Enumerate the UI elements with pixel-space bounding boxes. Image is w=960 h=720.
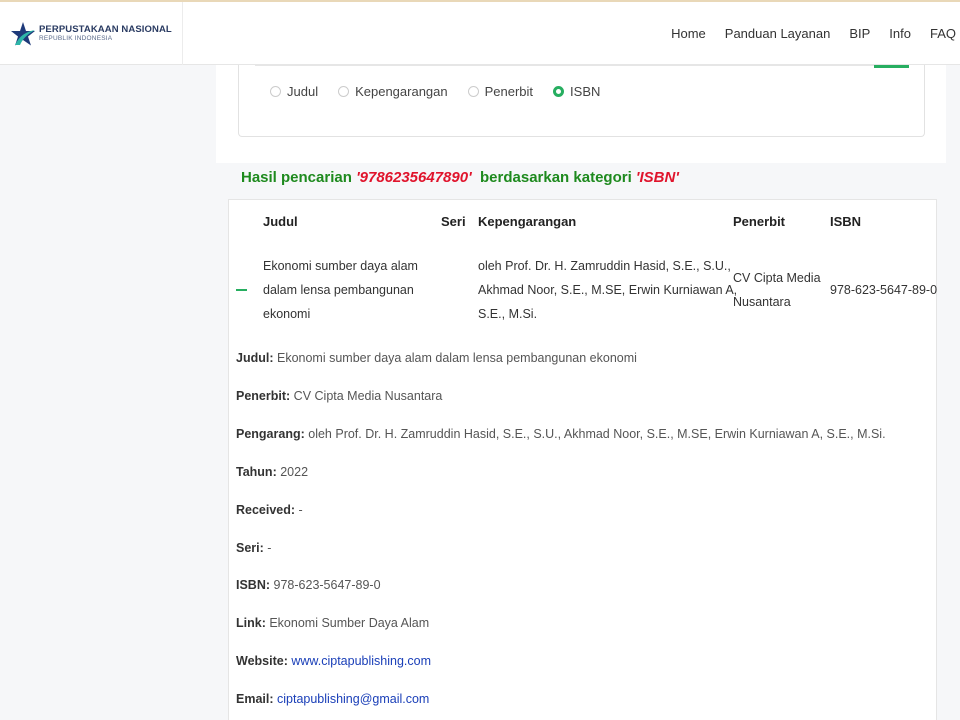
radio-circle-icon xyxy=(338,86,350,97)
collapse-row-icon[interactable] xyxy=(236,289,247,291)
table-row-kepengarangan: oleh Prof. Dr. H. Zamruddin Hasid, S.E.,… xyxy=(478,254,737,326)
result-prefix: Hasil pencarian xyxy=(241,169,352,186)
email-link[interactable]: ciptapublishing@gmail.com xyxy=(277,692,429,706)
table-row-isbn: 978-623-5647-89-0 xyxy=(830,283,938,297)
radio-label: Penerbit xyxy=(484,84,534,99)
star-logo-icon xyxy=(11,21,35,45)
detail-label: Pengarang: xyxy=(236,427,305,441)
cell-line: dalam lensa pembangunan xyxy=(263,283,414,297)
nav-panduan-layanan[interactable]: Panduan Layanan xyxy=(725,26,831,41)
nav-info[interactable]: Info xyxy=(889,26,911,41)
column-header-penerbit[interactable]: Penerbit xyxy=(733,214,785,229)
detail-value: 978-623-5647-89-0 xyxy=(273,578,381,592)
radio-circle-icon xyxy=(270,86,281,97)
radio-label: Judul xyxy=(287,84,319,99)
result-middle: berdasarkan kategori xyxy=(480,169,632,186)
column-header-isbn[interactable]: ISBN xyxy=(830,214,861,229)
brand-name: PERPUSTAKAAN NASIONAL xyxy=(39,24,172,35)
cell-line: Akhmad Noor, S.E., M.SE, Erwin Kurniawan… xyxy=(478,283,738,297)
search-box xyxy=(238,65,925,137)
radio-label: Kepengarangan xyxy=(355,84,448,99)
radio-isbn[interactable]: ISBN xyxy=(553,84,600,99)
detail-email: Email: ciptapublishing@gmail.com xyxy=(236,692,429,706)
detail-value: - xyxy=(298,503,303,517)
result-heading: Hasil pencarian '9786235647890' berdasar… xyxy=(241,169,679,186)
website-link[interactable]: www.ciptapublishing.com xyxy=(291,654,431,668)
result-query: '9786235647890' xyxy=(356,169,472,186)
detail-label: Seri: xyxy=(236,541,264,555)
radio-label: ISBN xyxy=(570,84,601,99)
cell-line: S.E., M.Si. xyxy=(478,307,538,321)
radio-kepengarangan[interactable]: Kepengarangan xyxy=(338,84,448,99)
nav-faq[interactable]: FAQ xyxy=(930,26,956,41)
column-header-seri[interactable]: Seri xyxy=(441,214,466,229)
cell-line: oleh Prof. Dr. H. Zamruddin Hasid, S.E.,… xyxy=(478,259,731,273)
radio-judul[interactable]: Judul xyxy=(270,84,318,99)
main-nav: Home Panduan Layanan BIP Info FAQ xyxy=(652,2,960,65)
detail-website: Website: www.ciptapublishing.com xyxy=(236,654,431,668)
brand-logo[interactable]: PERPUSTAKAAN NASIONAL REPUBLIK INDONESIA xyxy=(0,2,183,65)
detail-value: Ekonomi sumber daya alam dalam lensa pem… xyxy=(276,351,637,365)
search-button[interactable] xyxy=(874,65,909,68)
detail-label: Received: xyxy=(236,503,296,517)
detail-pengarang: Pengarang: oleh Prof. Dr. H. Zamruddin H… xyxy=(236,427,886,441)
cell-line: Nusantara xyxy=(733,295,791,309)
detail-isbn: ISBN: 978-623-5647-89-0 xyxy=(236,578,381,592)
search-category-radios: Judul Kepengarangan Penerbit ISBN xyxy=(270,84,620,99)
detail-value: CV Cipta Media Nusantara xyxy=(293,389,443,403)
site-header: PERPUSTAKAAN NASIONAL REPUBLIK INDONESIA… xyxy=(0,2,960,65)
detail-label: Website: xyxy=(236,654,288,668)
column-header-judul[interactable]: Judul xyxy=(263,214,298,229)
search-input-underline xyxy=(255,65,875,66)
radio-penerbit[interactable]: Penerbit xyxy=(467,84,534,99)
nav-home[interactable]: Home xyxy=(671,26,706,41)
cell-line: ekonomi xyxy=(263,307,311,321)
detail-value: - xyxy=(267,541,272,555)
detail-judul: Judul: Ekonomi sumber daya alam dalam le… xyxy=(236,351,637,365)
table-row-judul[interactable]: Ekonomi sumber daya alam dalam lensa pem… xyxy=(263,254,418,326)
detail-label: Tahun: xyxy=(236,465,277,479)
radio-circle-icon xyxy=(467,86,479,97)
detail-value: Ekonomi Sumber Daya Alam xyxy=(269,616,430,630)
detail-label: Penerbit: xyxy=(236,389,291,403)
detail-label: Email: xyxy=(236,692,274,706)
detail-link: Link: Ekonomi Sumber Daya Alam xyxy=(236,616,429,630)
detail-label: ISBN: xyxy=(236,578,271,592)
brand-subtitle: REPUBLIK INDONESIA xyxy=(39,34,113,42)
detail-label: Link: xyxy=(236,616,266,630)
cell-line: Ekonomi sumber daya alam xyxy=(263,259,418,273)
detail-tahun: Tahun: 2022 xyxy=(236,465,308,479)
column-header-kepengarangan[interactable]: Kepengarangan xyxy=(478,214,576,229)
nav-bip[interactable]: BIP xyxy=(849,26,870,41)
detail-label: Judul: xyxy=(236,351,274,365)
table-row-penerbit: CV Cipta Media Nusantara xyxy=(733,266,821,314)
detail-received: Received: - xyxy=(236,503,303,517)
result-category: 'ISBN' xyxy=(635,169,679,186)
cell-line: CV Cipta Media xyxy=(733,271,821,285)
detail-value: 2022 xyxy=(280,465,309,479)
detail-seri: Seri: - xyxy=(236,541,271,555)
detail-value: oleh Prof. Dr. H. Zamruddin Hasid, S.E.,… xyxy=(308,427,886,441)
radio-checked-icon xyxy=(553,86,565,97)
detail-penerbit: Penerbit: CV Cipta Media Nusantara xyxy=(236,389,442,403)
